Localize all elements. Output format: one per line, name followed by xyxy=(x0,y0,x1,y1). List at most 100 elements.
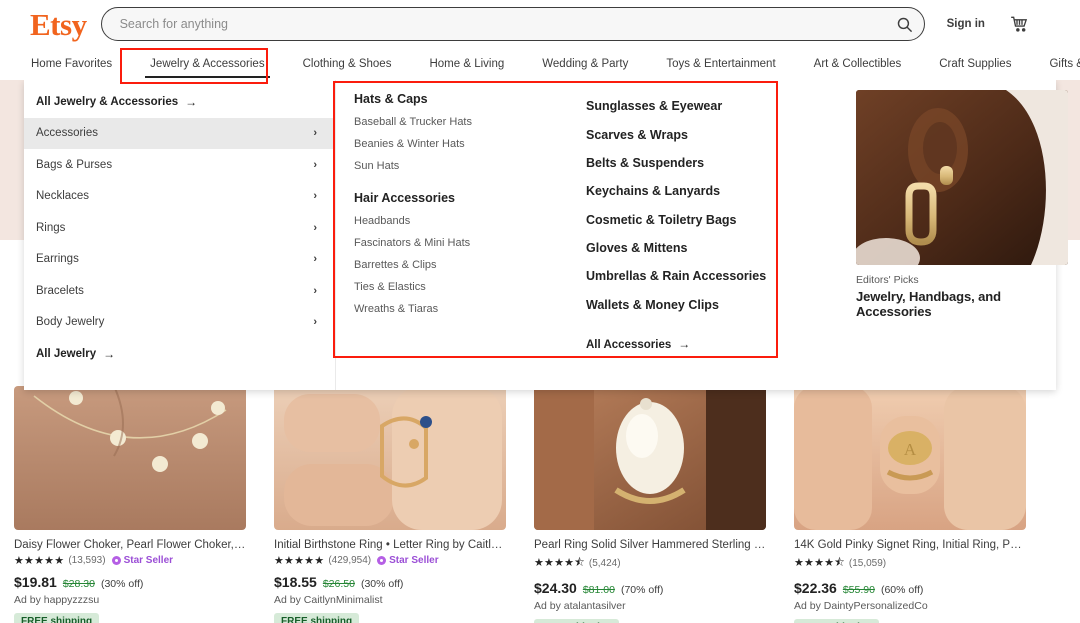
star-seller-badge: Star Seller xyxy=(377,555,439,566)
product-image[interactable] xyxy=(14,386,246,530)
arrow-right-icon: → xyxy=(185,94,198,109)
mega-link-keychains-lanyards[interactable]: Keychains & Lanyards xyxy=(586,177,832,205)
nav-item-art-collectibles[interactable]: Art & Collectibles xyxy=(795,48,921,80)
mega-category-all-jewelry[interactable]: All Jewelry → xyxy=(24,338,335,370)
column-spacer xyxy=(354,177,582,191)
mega-group-heading[interactable]: Hair Accessories xyxy=(354,191,582,205)
mega-category-label: Necklaces xyxy=(36,190,90,203)
product-image[interactable] xyxy=(534,386,766,530)
product-ad-by: Ad by DaintyPersonalizedCo xyxy=(794,600,928,612)
product-discount: (30% off) xyxy=(100,578,144,590)
editors-picks-promo[interactable]: Editors' Picks Jewelry, Handbags, and Ac… xyxy=(832,80,1080,390)
product-card[interactable]: Daisy Flower Choker, Pearl Flower Choker… xyxy=(0,386,260,623)
nav-item-gifts-gift-cards[interactable]: Gifts & Gift Cards xyxy=(1030,48,1080,80)
mega-category-label: Bracelets xyxy=(36,284,84,297)
mega-menu-right-column: Sunglasses & Eyewear Scarves & Wraps Belts… xyxy=(582,80,832,390)
mega-category-bags-purses[interactable]: Bags & Purses › xyxy=(24,149,335,181)
product-original-price: $28.30 xyxy=(62,578,95,590)
product-original-price: $55.90 xyxy=(842,584,875,596)
mega-category-label: Body Jewelry xyxy=(36,316,105,329)
mega-link-headbands[interactable]: Headbands xyxy=(354,210,582,232)
nav-item-clothing-shoes[interactable]: Clothing & Shoes xyxy=(284,48,411,80)
star-rating-icon: ★★★★★ xyxy=(14,555,65,567)
product-title[interactable]: Pearl Ring Solid Silver Hammered Sterlin… xyxy=(534,539,766,551)
product-image[interactable]: A xyxy=(794,386,1026,530)
mega-group-heading[interactable]: Hats & Caps xyxy=(354,92,582,106)
mega-category-bracelets[interactable]: Bracelets › xyxy=(24,275,335,307)
review-count: (429,954) xyxy=(328,555,372,566)
star-seller-icon xyxy=(111,556,121,565)
mega-link-beanies-winter-hats[interactable]: Beanies & Winter Hats xyxy=(354,133,582,155)
mega-link-fascinators-mini-hats[interactable]: Fascinators & Mini Hats xyxy=(354,232,582,254)
svg-text:A: A xyxy=(904,440,917,459)
search-input[interactable] xyxy=(100,7,925,41)
promo-image xyxy=(856,90,1068,265)
mega-link-wreaths-tiaras[interactable]: Wreaths & Tiaras xyxy=(354,298,582,320)
mega-category-label: All Jewelry xyxy=(36,347,97,360)
mega-category-label: Bags & Purses xyxy=(36,158,113,171)
mega-link-cosmetic-toiletry-bags[interactable]: Cosmetic & Toiletry Bags xyxy=(586,206,832,234)
mega-link-gloves-mittens[interactable]: Gloves & Mittens xyxy=(586,234,832,262)
cart-icon[interactable] xyxy=(1009,14,1030,34)
review-count: (13,593) xyxy=(68,555,106,566)
nav-item-wedding-party[interactable]: Wedding & Party xyxy=(523,48,647,80)
jewelry-accessories-mega-menu: All Jewelry & Accessories → Accessories › Ba… xyxy=(24,80,1068,390)
sign-in-link[interactable]: Sign in xyxy=(947,18,985,30)
product-card[interactable]: Pearl Ring Solid Silver Hammered Sterlin… xyxy=(520,386,780,623)
mega-menu-category-list: All Jewelry & Accessories → Accessories › Ba… xyxy=(24,80,336,390)
product-rating-row: ★★★★⯪ (15,059) xyxy=(794,554,1026,573)
mega-link-sun-hats[interactable]: Sun Hats xyxy=(354,155,582,177)
review-count: (5,424) xyxy=(588,558,621,569)
nav-item-jewelry-accessories[interactable]: Jewelry & Accessories xyxy=(131,48,283,80)
star-seller-label: Star Seller xyxy=(123,555,174,566)
mega-link-ties-elastics[interactable]: Ties & Elastics xyxy=(354,276,582,298)
mega-category-label: Rings xyxy=(36,221,66,234)
product-price-row: $24.30 $81.00 (70% off) xyxy=(534,580,766,596)
mega-link-umbrellas-rain-accessories[interactable]: Umbrellas & Rain Accessories xyxy=(586,262,832,290)
nav-item-home-favorites[interactable]: Home Favorites xyxy=(12,48,131,80)
all-accessories-label: All Accessories xyxy=(586,339,672,351)
mega-link-all-accessories[interactable]: All Accessories → xyxy=(586,337,832,351)
star-rating-icon: ★★★★⯪ xyxy=(794,557,845,569)
mega-link-baseball-trucker-hats[interactable]: Baseball & Trucker Hats xyxy=(354,111,582,133)
mega-link-barrettes-clips[interactable]: Barrettes & Clips xyxy=(354,254,582,276)
mega-category-label: Earrings xyxy=(36,253,79,266)
free-shipping-badge: FREE shipping xyxy=(794,619,880,623)
mega-link-sunglasses-eyewear[interactable]: Sunglasses & Eyewear xyxy=(586,92,832,120)
product-title[interactable]: Initial Birthstone Ring • Letter Ring by… xyxy=(274,539,506,551)
product-title[interactable]: Daisy Flower Choker, Pearl Flower Choker… xyxy=(14,539,246,551)
product-ad-by: Ad by CaitlynMinimalist xyxy=(274,594,383,606)
nav-item-home-living[interactable]: Home & Living xyxy=(410,48,523,80)
star-rating-icon: ★★★★★ xyxy=(274,555,325,567)
product-card[interactable]: Initial Birthstone Ring • Letter Ring by… xyxy=(260,386,520,623)
mega-category-rings[interactable]: Rings › xyxy=(24,212,335,244)
star-seller-icon xyxy=(377,556,387,565)
product-title[interactable]: 14K Gold Pinky Signet Ring, Initial Ring… xyxy=(794,539,1026,551)
mega-category-accessories[interactable]: Accessories › xyxy=(24,117,335,149)
search-icon[interactable] xyxy=(891,10,919,38)
etsy-logo[interactable]: Etsy xyxy=(30,9,87,40)
product-price: $18.55 xyxy=(274,574,317,590)
product-discount: (70% off) xyxy=(620,584,664,596)
chevron-right-icon: › xyxy=(313,316,317,329)
mega-link-wallets-money-clips[interactable]: Wallets & Money Clips xyxy=(586,291,832,319)
product-price-row: $18.55 $26.50 (30% off) xyxy=(274,574,506,590)
mega-link-scarves-wraps[interactable]: Scarves & Wraps xyxy=(586,120,832,148)
chevron-right-icon: › xyxy=(313,253,317,266)
product-price-row: $19.81 $28.30 (30% off) xyxy=(14,574,246,590)
mega-category-necklaces[interactable]: Necklaces › xyxy=(24,181,335,213)
nav-item-toys-entertainment[interactable]: Toys & Entertainment xyxy=(647,48,794,80)
free-shipping-badge: FREE shipping xyxy=(14,613,100,623)
product-rating-row: ★★★★★ (13,593) Star Seller xyxy=(14,554,246,567)
mega-category-body-jewelry[interactable]: Body Jewelry › xyxy=(24,307,335,339)
mega-category-all-jewelry-accessories[interactable]: All Jewelry & Accessories → xyxy=(24,86,335,118)
mega-category-earrings[interactable]: Earrings › xyxy=(24,244,335,276)
product-image[interactable] xyxy=(274,386,506,530)
star-seller-badge: Star Seller xyxy=(111,555,174,566)
chevron-right-icon: › xyxy=(313,284,317,297)
free-shipping-badge: FREE shipping xyxy=(534,619,620,623)
mega-link-belts-suspenders[interactable]: Belts & Suspenders xyxy=(586,149,832,177)
nav-item-craft-supplies[interactable]: Craft Supplies xyxy=(920,48,1030,80)
product-card[interactable]: A 14K Gold Pinky Signet Ring, Initial Rin… xyxy=(780,386,1040,623)
product-rating-row: ★★★★★ (429,954) Star Seller xyxy=(274,554,506,567)
